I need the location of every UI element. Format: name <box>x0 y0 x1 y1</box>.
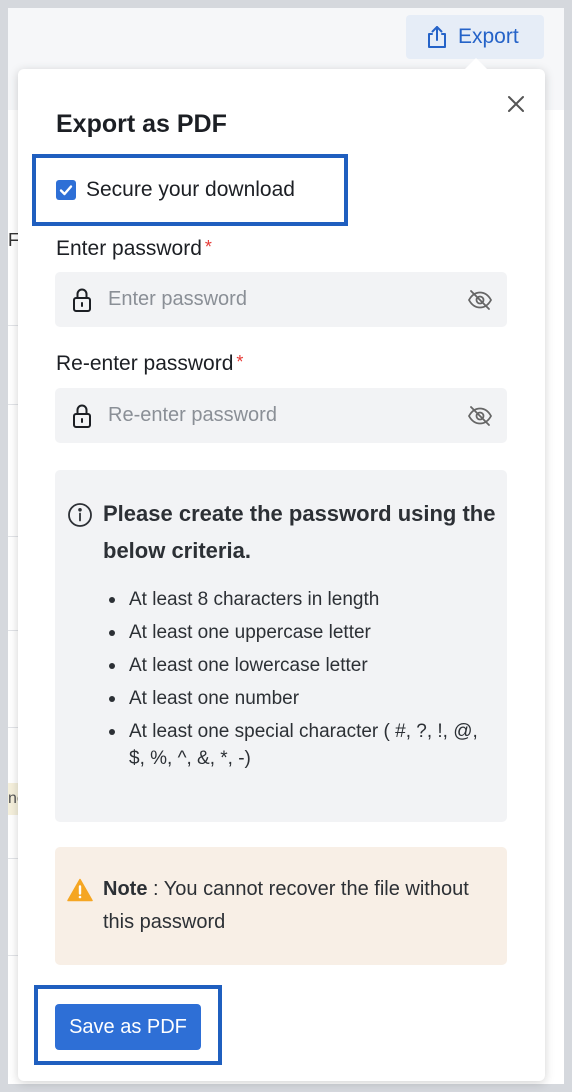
export-button[interactable]: Export <box>406 15 544 59</box>
note-text: Note : You cannot recover the file witho… <box>103 873 483 939</box>
lock-icon <box>70 403 94 429</box>
criteria-item: At least one uppercase letter <box>107 619 487 646</box>
required-mark: * <box>204 237 212 257</box>
password-input[interactable] <box>108 288 467 311</box>
reenter-password-field[interactable] <box>55 388 507 443</box>
password-label-text: Enter password <box>56 237 202 260</box>
eye-off-icon[interactable] <box>467 405 493 427</box>
note-message: : You cannot recover the file without th… <box>103 878 469 933</box>
reenter-password-label: Re-enter password * <box>56 352 243 376</box>
warning-icon <box>67 878 93 902</box>
note-box: Note : You cannot recover the file witho… <box>55 847 507 965</box>
check-icon <box>59 185 73 196</box>
popover-arrow <box>464 58 488 70</box>
dialog-title: Export as PDF <box>56 110 227 138</box>
reenter-password-input[interactable] <box>108 404 467 427</box>
eye-off-icon[interactable] <box>467 289 493 311</box>
secure-checkbox[interactable] <box>56 180 76 200</box>
criteria-item: At least 8 characters in length <box>107 586 487 613</box>
criteria-item: At least one lowercase letter <box>107 652 487 679</box>
reenter-label-text: Re-enter password <box>56 352 234 375</box>
criteria-item: At least one number <box>107 685 487 712</box>
password-criteria-box: Please create the password using the bel… <box>55 470 507 822</box>
criteria-title: Please create the password using the bel… <box>103 501 496 563</box>
lock-icon <box>70 287 94 313</box>
criteria-item: At least one special character ( #, ?, !… <box>107 718 487 772</box>
close-icon <box>508 96 524 112</box>
password-field[interactable] <box>55 272 507 327</box>
note-label: Note <box>103 878 148 900</box>
required-mark: * <box>236 352 244 372</box>
password-label: Enter password * <box>56 237 212 261</box>
secure-download-option[interactable]: Secure your download <box>56 178 295 202</box>
save-as-pdf-button[interactable]: Save as PDF <box>55 1004 201 1050</box>
export-label: Export <box>458 25 519 48</box>
secure-download-label: Secure your download <box>86 178 295 201</box>
criteria-list: At least 8 characters in length At least… <box>107 586 487 778</box>
upload-icon <box>424 24 450 50</box>
close-button[interactable] <box>504 92 528 116</box>
info-icon <box>68 503 92 527</box>
